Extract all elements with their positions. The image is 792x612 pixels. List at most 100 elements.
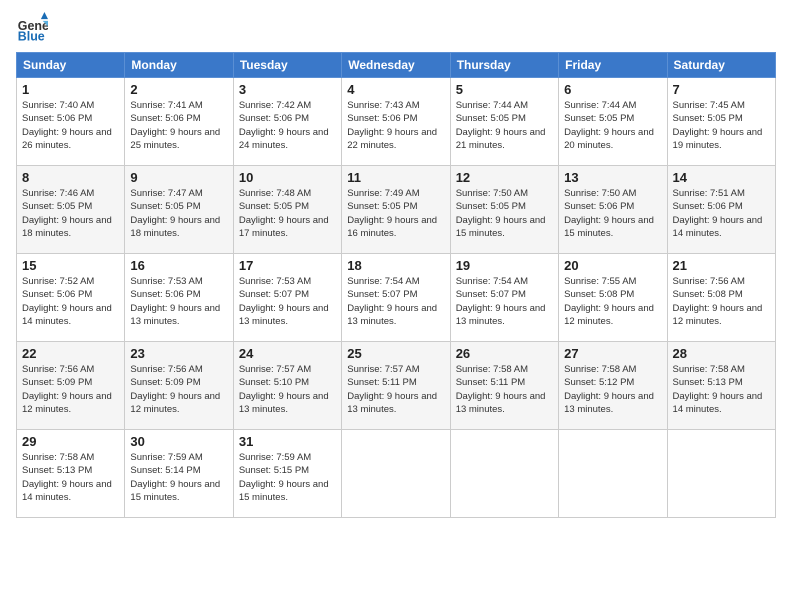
calendar-cell: 15Sunrise: 7:52 AMSunset: 5:06 PMDayligh… — [17, 254, 125, 342]
weekday-header-saturday: Saturday — [667, 53, 775, 78]
calendar-cell: 31Sunrise: 7:59 AMSunset: 5:15 PMDayligh… — [233, 430, 341, 518]
day-info: Sunrise: 7:56 AMSunset: 5:08 PMDaylight:… — [673, 275, 770, 328]
calendar-cell: 22Sunrise: 7:56 AMSunset: 5:09 PMDayligh… — [17, 342, 125, 430]
day-info: Sunrise: 7:58 AMSunset: 5:13 PMDaylight:… — [673, 363, 770, 416]
week-row-4: 22Sunrise: 7:56 AMSunset: 5:09 PMDayligh… — [17, 342, 776, 430]
calendar-cell — [450, 430, 558, 518]
day-info: Sunrise: 7:58 AMSunset: 5:13 PMDaylight:… — [22, 451, 119, 504]
calendar-cell: 12Sunrise: 7:50 AMSunset: 5:05 PMDayligh… — [450, 166, 558, 254]
day-info: Sunrise: 7:58 AMSunset: 5:11 PMDaylight:… — [456, 363, 553, 416]
calendar-cell: 17 Sunrise: 7:53 AMSunset: 5:07 PMDayligh… — [233, 254, 341, 342]
calendar-cell — [342, 430, 450, 518]
day-number: 15 — [22, 258, 119, 273]
day-number: 14 — [673, 170, 770, 185]
day-number: 25 — [347, 346, 444, 361]
calendar-cell: 9 Sunrise: 7:47 AMSunset: 5:05 PMDaylight… — [125, 166, 233, 254]
day-number: 2 — [130, 82, 227, 97]
day-number: 7 — [673, 82, 770, 97]
day-number: 18 — [347, 258, 444, 273]
week-row-2: 8 Sunrise: 7:46 AMSunset: 5:05 PMDaylight… — [17, 166, 776, 254]
day-info: Sunrise: 7:54 AMSunset: 5:07 PMDaylight:… — [456, 275, 553, 328]
day-info: Sunrise: 7:57 AMSunset: 5:10 PMDaylight:… — [239, 363, 336, 416]
day-number: 31 — [239, 434, 336, 449]
calendar-cell: 29Sunrise: 7:58 AMSunset: 5:13 PMDayligh… — [17, 430, 125, 518]
day-number: 16 — [130, 258, 227, 273]
calendar-cell: 19Sunrise: 7:54 AMSunset: 5:07 PMDayligh… — [450, 254, 558, 342]
calendar-cell: 26 Sunrise: 7:58 AMSunset: 5:11 PMDayligh… — [450, 342, 558, 430]
calendar-table: SundayMondayTuesdayWednesdayThursdayFrid… — [16, 52, 776, 518]
calendar-container: General Blue SundayMondayTuesdayWednesda… — [0, 0, 792, 612]
header: General Blue — [16, 12, 776, 44]
calendar-cell: 28 Sunrise: 7:58 AMSunset: 5:13 PMDayligh… — [667, 342, 775, 430]
calendar-cell: 18 Sunrise: 7:54 AMSunset: 5:07 PMDayligh… — [342, 254, 450, 342]
day-info: Sunrise: 7:43 AMSunset: 5:06 PMDaylight:… — [347, 99, 444, 152]
calendar-cell: 5Sunrise: 7:44 AMSunset: 5:05 PMDaylight… — [450, 78, 558, 166]
day-number: 10 — [239, 170, 336, 185]
day-info: Sunrise: 7:53 AMSunset: 5:06 PMDaylight:… — [130, 275, 227, 328]
day-info: Sunrise: 7:46 AMSunset: 5:05 PMDaylight:… — [22, 187, 119, 240]
day-info: Sunrise: 7:56 AMSunset: 5:09 PMDaylight:… — [130, 363, 227, 416]
day-number: 8 — [22, 170, 119, 185]
calendar-cell: 14 Sunrise: 7:51 AMSunset: 5:06 PMDayligh… — [667, 166, 775, 254]
day-number: 9 — [130, 170, 227, 185]
calendar-cell: 4Sunrise: 7:43 AMSunset: 5:06 PMDaylight… — [342, 78, 450, 166]
week-row-5: 29Sunrise: 7:58 AMSunset: 5:13 PMDayligh… — [17, 430, 776, 518]
day-number: 28 — [673, 346, 770, 361]
day-info: Sunrise: 7:58 AMSunset: 5:12 PMDaylight:… — [564, 363, 661, 416]
day-number: 13 — [564, 170, 661, 185]
day-info: Sunrise: 7:40 AMSunset: 5:06 PMDaylight:… — [22, 99, 119, 152]
day-info: Sunrise: 7:56 AMSunset: 5:09 PMDaylight:… — [22, 363, 119, 416]
day-number: 3 — [239, 82, 336, 97]
calendar-cell: 10 Sunrise: 7:48 AMSunset: 5:05 PMDayligh… — [233, 166, 341, 254]
calendar-cell: 27 Sunrise: 7:58 AMSunset: 5:12 PMDayligh… — [559, 342, 667, 430]
week-row-3: 15Sunrise: 7:52 AMSunset: 5:06 PMDayligh… — [17, 254, 776, 342]
day-info: Sunrise: 7:51 AMSunset: 5:06 PMDaylight:… — [673, 187, 770, 240]
calendar-cell: 30Sunrise: 7:59 AMSunset: 5:14 PMDayligh… — [125, 430, 233, 518]
calendar-cell: 1Sunrise: 7:40 AMSunset: 5:06 PMDaylight… — [17, 78, 125, 166]
day-number: 27 — [564, 346, 661, 361]
calendar-cell: 3 Sunrise: 7:42 AMSunset: 5:06 PMDaylight… — [233, 78, 341, 166]
day-info: Sunrise: 7:48 AMSunset: 5:05 PMDaylight:… — [239, 187, 336, 240]
day-number: 24 — [239, 346, 336, 361]
weekday-header-sunday: Sunday — [17, 53, 125, 78]
day-info: Sunrise: 7:45 AMSunset: 5:05 PMDaylight:… — [673, 99, 770, 152]
weekday-header-row: SundayMondayTuesdayWednesdayThursdayFrid… — [17, 53, 776, 78]
day-info: Sunrise: 7:47 AMSunset: 5:05 PMDaylight:… — [130, 187, 227, 240]
weekday-header-friday: Friday — [559, 53, 667, 78]
calendar-cell: 20Sunrise: 7:55 AMSunset: 5:08 PMDayligh… — [559, 254, 667, 342]
calendar-cell — [667, 430, 775, 518]
day-info: Sunrise: 7:44 AMSunset: 5:05 PMDaylight:… — [456, 99, 553, 152]
day-info: Sunrise: 7:41 AMSunset: 5:06 PMDaylight:… — [130, 99, 227, 152]
calendar-cell: 16 Sunrise: 7:53 AMSunset: 5:06 PMDayligh… — [125, 254, 233, 342]
day-number: 23 — [130, 346, 227, 361]
calendar-cell: 13 Sunrise: 7:50 AMSunset: 5:06 PMDayligh… — [559, 166, 667, 254]
svg-text:Blue: Blue — [18, 29, 45, 43]
day-info: Sunrise: 7:57 AMSunset: 5:11 PMDaylight:… — [347, 363, 444, 416]
day-number: 21 — [673, 258, 770, 273]
calendar-cell: 6Sunrise: 7:44 AMSunset: 5:05 PMDaylight… — [559, 78, 667, 166]
day-info: Sunrise: 7:53 AMSunset: 5:07 PMDaylight:… — [239, 275, 336, 328]
day-info: Sunrise: 7:42 AMSunset: 5:06 PMDaylight:… — [239, 99, 336, 152]
day-info: Sunrise: 7:50 AMSunset: 5:05 PMDaylight:… — [456, 187, 553, 240]
calendar-cell: 23 Sunrise: 7:56 AMSunset: 5:09 PMDayligh… — [125, 342, 233, 430]
weekday-header-thursday: Thursday — [450, 53, 558, 78]
day-info: Sunrise: 7:59 AMSunset: 5:14 PMDaylight:… — [130, 451, 227, 504]
calendar-cell: 2 Sunrise: 7:41 AMSunset: 5:06 PMDaylight… — [125, 78, 233, 166]
calendar-cell: 7 Sunrise: 7:45 AMSunset: 5:05 PMDaylight… — [667, 78, 775, 166]
day-info: Sunrise: 7:55 AMSunset: 5:08 PMDaylight:… — [564, 275, 661, 328]
day-number: 17 — [239, 258, 336, 273]
day-info: Sunrise: 7:54 AMSunset: 5:07 PMDaylight:… — [347, 275, 444, 328]
day-info: Sunrise: 7:49 AMSunset: 5:05 PMDaylight:… — [347, 187, 444, 240]
logo-icon: General Blue — [16, 12, 48, 44]
calendar-cell: 24 Sunrise: 7:57 AMSunset: 5:10 PMDayligh… — [233, 342, 341, 430]
day-number: 11 — [347, 170, 444, 185]
calendar-cell: 25 Sunrise: 7:57 AMSunset: 5:11 PMDayligh… — [342, 342, 450, 430]
day-number: 26 — [456, 346, 553, 361]
day-info: Sunrise: 7:44 AMSunset: 5:05 PMDaylight:… — [564, 99, 661, 152]
calendar-cell: 8 Sunrise: 7:46 AMSunset: 5:05 PMDaylight… — [17, 166, 125, 254]
week-row-1: 1Sunrise: 7:40 AMSunset: 5:06 PMDaylight… — [17, 78, 776, 166]
calendar-cell: 11 Sunrise: 7:49 AMSunset: 5:05 PMDayligh… — [342, 166, 450, 254]
calendar-cell — [559, 430, 667, 518]
day-info: Sunrise: 7:50 AMSunset: 5:06 PMDaylight:… — [564, 187, 661, 240]
calendar-cell: 21 Sunrise: 7:56 AMSunset: 5:08 PMDayligh… — [667, 254, 775, 342]
